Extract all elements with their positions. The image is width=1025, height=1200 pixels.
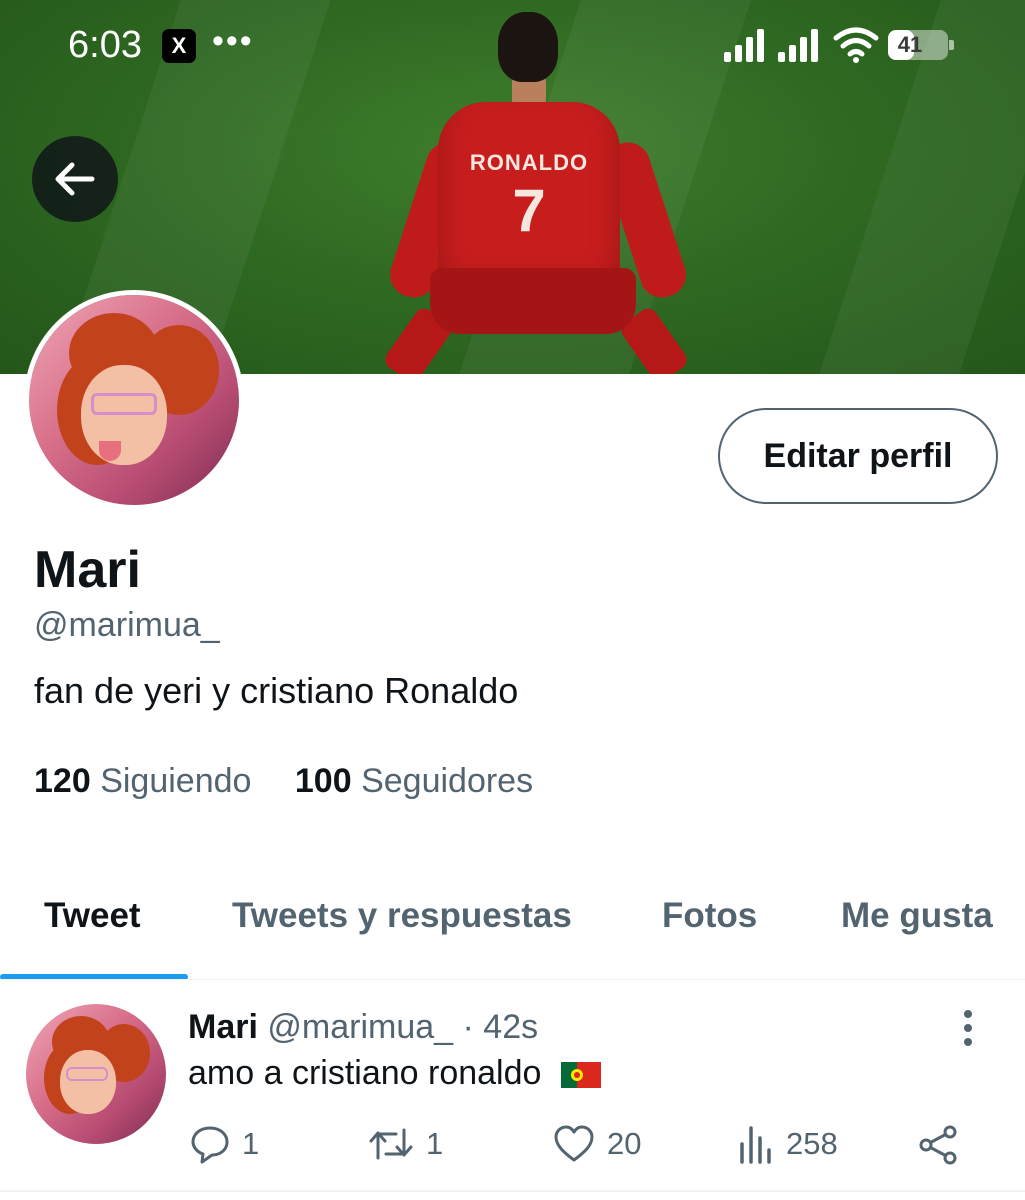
back-button[interactable]	[32, 136, 118, 222]
edit-profile-button[interactable]: Editar perfil	[718, 408, 998, 504]
like-count: 20	[607, 1126, 642, 1161]
battery-icon: 41	[888, 30, 954, 60]
jersey-name: RONALDO	[469, 150, 589, 175]
divider	[0, 1190, 1025, 1192]
tweet-more-button[interactable]	[948, 1008, 988, 1048]
tab-tweets[interactable]: Tweet	[44, 896, 141, 936]
profile-tabs: Tweet Tweets y respuestas Fotos Me gusta	[0, 880, 1025, 980]
status-time: 6:03	[68, 24, 142, 66]
jersey-number: 7	[512, 177, 546, 244]
like-button[interactable]: 20	[553, 1124, 641, 1164]
profile-handle: @marimua_	[34, 606, 220, 644]
share-icon	[919, 1125, 957, 1165]
tab-likes[interactable]: Me gusta	[841, 896, 993, 936]
retweet-button[interactable]: 1	[368, 1124, 443, 1164]
status-bar: 6:03 X ••• 41	[0, 0, 1025, 90]
profile-stats: 120 Siguiendo 100 Seguidores	[34, 762, 567, 801]
retweet-count: 1	[426, 1126, 444, 1161]
tweet-author-name[interactable]: Mari	[188, 1008, 258, 1046]
x-app-icon: X	[162, 29, 196, 63]
player-shorts	[430, 268, 636, 334]
reply-icon	[191, 1126, 229, 1164]
wifi-icon	[833, 27, 879, 63]
reply-button[interactable]: 1	[190, 1124, 259, 1164]
following-count: 120	[34, 762, 91, 800]
tweet-header: Mari @marimua_ · 42s	[188, 1008, 538, 1047]
tweet-actions: 1 1 20 258	[0, 1124, 1025, 1174]
heart-icon	[554, 1125, 594, 1162]
following-label: Siguiendo	[100, 762, 252, 800]
retweet-icon	[369, 1128, 413, 1160]
views-count: 258	[786, 1126, 838, 1161]
tweet-separator: ·	[462, 1008, 474, 1046]
views-icon	[740, 1126, 771, 1164]
profile-bio: fan de yeri y cristiano Ronaldo	[34, 670, 519, 711]
tweet-text-row: amo a cristiano ronaldo	[188, 1054, 601, 1093]
followers-link[interactable]: 100 Seguidores	[295, 762, 533, 801]
divider	[0, 979, 1025, 980]
profile-avatar[interactable]	[24, 290, 244, 510]
profile-display-name: Mari	[34, 541, 141, 599]
views-button[interactable]: 258	[738, 1124, 838, 1164]
battery-level: 41	[897, 32, 923, 57]
tweet-author-handle[interactable]: @marimua_	[267, 1008, 453, 1046]
portugal-flag-icon	[560, 1062, 601, 1089]
more-notifications-icon: •••	[212, 22, 254, 60]
tweet-time[interactable]: 42s	[483, 1008, 538, 1046]
reply-count: 1	[242, 1126, 260, 1161]
more-vertical-icon	[964, 1010, 972, 1046]
followers-label: Seguidores	[361, 762, 534, 800]
following-link[interactable]: 120 Siguiendo	[34, 762, 251, 801]
tab-photos[interactable]: Fotos	[662, 896, 757, 936]
tweet-text: amo a cristiano ronaldo	[188, 1054, 542, 1092]
signal-icon	[778, 28, 822, 62]
share-button[interactable]	[917, 1124, 959, 1166]
tab-tweets-and-replies[interactable]: Tweets y respuestas	[232, 896, 572, 936]
followers-count: 100	[294, 762, 352, 800]
signal-icon	[724, 28, 768, 62]
tweet-avatar[interactable]	[26, 1004, 166, 1144]
arrow-left-icon	[55, 162, 95, 196]
